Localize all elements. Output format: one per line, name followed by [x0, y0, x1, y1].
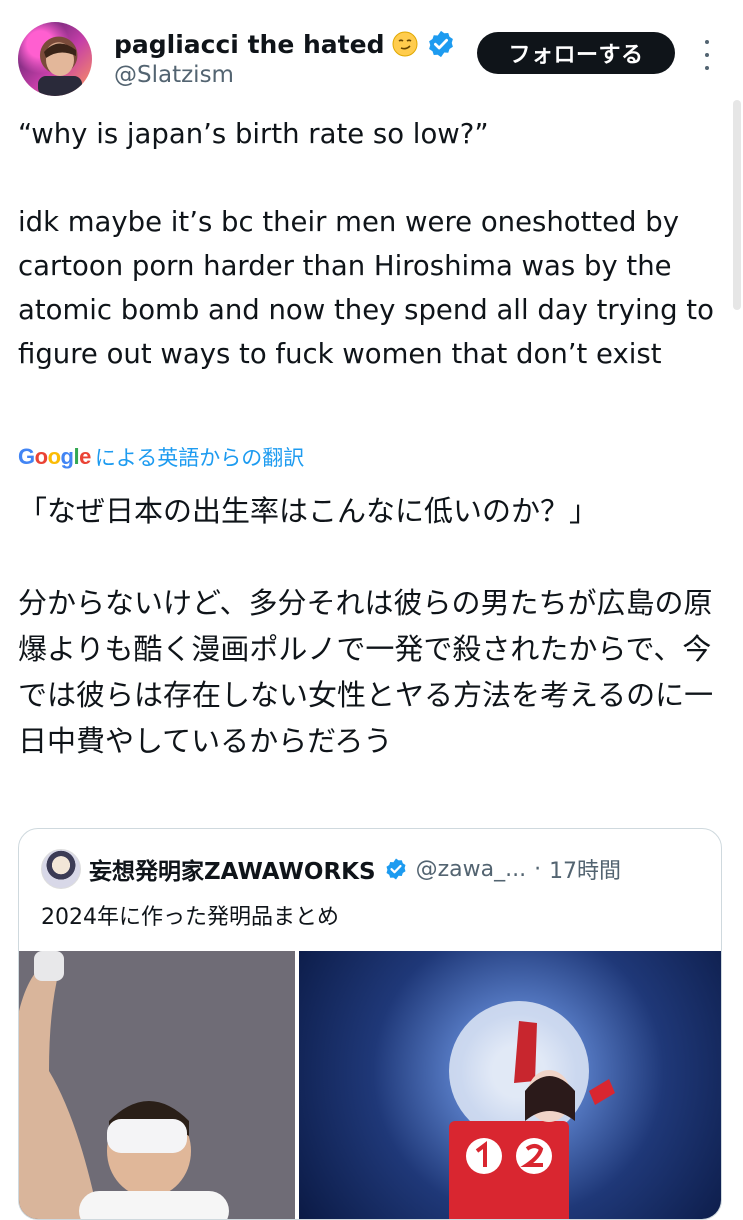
follow-button[interactable]: フォローする	[477, 32, 675, 74]
quoted-timestamp[interactable]: 17時間	[549, 853, 621, 885]
tweet-body-text: “why is japan’s birth rate so low?” idk …	[18, 118, 714, 370]
quoted-author-handle[interactable]: @zawa_...	[416, 857, 526, 882]
quoted-tweet-header: 妄想発明家ZAWAWORKS @zawa_... · 17時間	[41, 849, 621, 889]
author-name-row: pagliacci the hated	[114, 24, 456, 64]
verified-badge-icon[interactable]	[426, 29, 456, 59]
quoted-author-name[interactable]: 妄想発明家ZAWAWORKS	[89, 852, 376, 886]
smirking-face-icon	[392, 31, 418, 57]
tweet-header: pagliacci the hated @Slatzism フォローする	[0, 0, 743, 110]
more-options-icon[interactable]	[700, 40, 714, 70]
translated-body-text: 「なぜ日本の出生率はこんなに低いのか？」 分からないけど、多分それは彼らの男たち…	[18, 494, 714, 758]
author-avatar[interactable]	[18, 22, 92, 96]
media-image-anime-scene[interactable]	[299, 951, 721, 1219]
quoted-media-grid[interactable]	[19, 951, 721, 1219]
translation-label[interactable]: による英語からの翻訳	[95, 442, 304, 472]
dot-separator: ·	[534, 856, 542, 882]
author-handle[interactable]: @Slatzism	[114, 62, 234, 88]
author-display-name[interactable]: pagliacci the hated	[114, 30, 384, 59]
google-logo-icon: Google	[18, 444, 91, 469]
quoted-tweet-card[interactable]: 妄想発明家ZAWAWORKS @zawa_... · 17時間 2024年に作っ…	[18, 828, 722, 1220]
quoted-author-avatar[interactable]	[41, 849, 81, 889]
scrollbar[interactable]	[733, 100, 741, 310]
translation-attribution[interactable]: Google による英語からの翻訳	[18, 438, 304, 476]
quoted-verified-badge-icon	[384, 857, 408, 881]
media-image-vr-person[interactable]	[19, 951, 295, 1219]
quoted-tweet-text: 2024年に作った発明品まとめ	[41, 905, 339, 930]
